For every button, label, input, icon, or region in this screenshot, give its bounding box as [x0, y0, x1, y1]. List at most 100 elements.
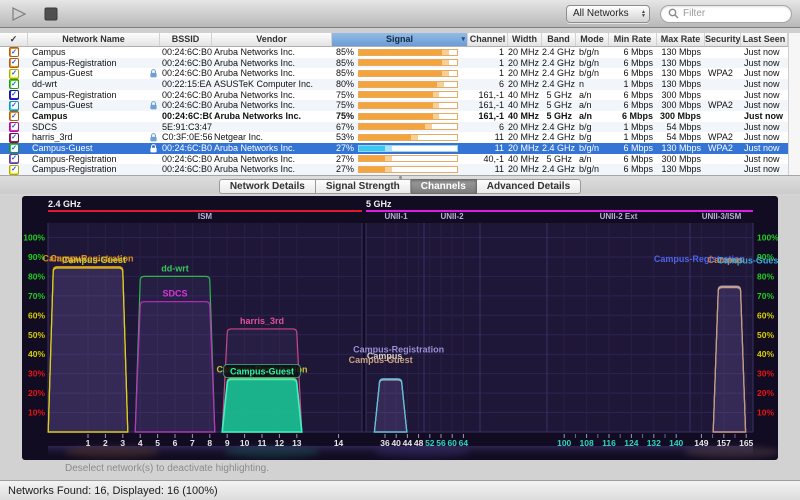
- svg-text:20%: 20%: [757, 388, 774, 398]
- signal-bar: [358, 49, 458, 56]
- checkmark-icon: ✓: [11, 91, 18, 98]
- svg-text:20%: 20%: [28, 388, 45, 398]
- tab-channels[interactable]: Channels: [411, 179, 477, 194]
- svg-text:Campus-Guest: Campus-Guest: [349, 355, 413, 365]
- column-header-network-name[interactable]: Network Name: [28, 33, 160, 46]
- svg-text:100%: 100%: [23, 233, 45, 243]
- svg-text:2.4 GHz: 2.4 GHz: [48, 199, 82, 209]
- network-color-checkbox[interactable]: ✓: [9, 69, 19, 79]
- column-header-bssid[interactable]: BSSID: [160, 33, 212, 46]
- networks-summary: Networks Found: 16, Displayed: 16 (100%): [8, 485, 218, 497]
- signal-bar: [358, 166, 458, 173]
- svg-text:UNII-2 Ext: UNII-2 Ext: [600, 212, 638, 221]
- network-name: Campus-Registration: [32, 164, 117, 174]
- svg-text:30%: 30%: [757, 369, 774, 379]
- column-header-security[interactable]: Security: [705, 33, 741, 46]
- lock-icon: [150, 144, 157, 154]
- svg-text:Campus-Guest: Campus-Guest: [62, 255, 126, 265]
- table-row[interactable]: ✓Campus-Registration00:24:6C:B0…Aruba Ne…: [0, 154, 788, 165]
- signal-bar: [358, 134, 458, 141]
- svg-text:UNII-1: UNII-1: [384, 212, 408, 221]
- network-name: Campus-Registration: [32, 90, 117, 100]
- signal-bar: [358, 81, 458, 88]
- network-color-checkbox[interactable]: ✓: [9, 111, 19, 121]
- tab-signal-strength[interactable]: Signal Strength: [316, 179, 411, 194]
- svg-text:UNII-2: UNII-2: [440, 212, 464, 221]
- column-header-last-seen[interactable]: Last Seen: [741, 33, 788, 46]
- svg-text:30%: 30%: [28, 369, 45, 379]
- network-color-checkbox[interactable]: ✓: [9, 79, 19, 89]
- checkmark-icon: ✓: [11, 59, 18, 66]
- network-name: Campus: [32, 111, 68, 121]
- network-color-checkbox[interactable]: ✓: [9, 133, 19, 143]
- svg-text:SDCS: SDCS: [162, 289, 187, 299]
- svg-text:UNII-3/ISM: UNII-3/ISM: [702, 212, 742, 221]
- chevron-updown-icon: ▲▼: [639, 10, 646, 18]
- checkmark-icon: ✓: [11, 155, 18, 162]
- filter-placeholder: Filter: [683, 8, 705, 19]
- wifi-scanner-window: All Networks ▲▼ Filter ✓Network NameBSSI…: [0, 0, 800, 500]
- signal-percent: 85%: [332, 47, 358, 58]
- tab-network-details[interactable]: Network Details: [219, 179, 316, 194]
- column-header-mode[interactable]: Mode: [576, 33, 609, 46]
- signal-percent: 85%: [332, 68, 358, 79]
- network-color-checkbox[interactable]: ✓: [9, 122, 19, 132]
- svg-text:50%: 50%: [28, 330, 45, 340]
- table-row[interactable]: ✓Campus-Guest00:24:6C:B0…Aruba Networks …: [0, 68, 788, 79]
- signal-percent: 53%: [332, 132, 358, 143]
- network-color-checkbox[interactable]: ✓: [9, 101, 19, 111]
- table-row[interactable]: ✓Campus00:24:6C:B0…Aruba Networks Inc.85…: [0, 47, 788, 58]
- signal-bar: [358, 70, 458, 77]
- signal-bar: [358, 113, 458, 120]
- channels-chart[interactable]: 2.4 GHz 5 GHz ISM UNII-1 UNII-2 UNII-2 Ext UNI…: [22, 196, 778, 460]
- table-row[interactable]: ✓dd-wrt00:22:15:EA…ASUSTeK Computer Inc.…: [0, 79, 788, 90]
- network-name: Campus: [32, 47, 66, 57]
- column-header-vendor[interactable]: Vendor: [212, 33, 332, 46]
- svg-text:70%: 70%: [757, 291, 774, 301]
- channels-panel: 2.4 GHz 5 GHz ISM UNII-1 UNII-2 UNII-2 Ext UNI…: [0, 196, 800, 480]
- signal-percent: 27%: [332, 154, 358, 165]
- table-row[interactable]: ✓Campus-Registration00:24:6C:B0…Aruba Ne…: [0, 90, 788, 101]
- svg-text:ISM: ISM: [198, 212, 213, 221]
- table-row[interactable]: ✓harris_3rdC0:3F:0E:56…Netgear Inc.53%11…: [0, 132, 788, 143]
- network-color-checkbox[interactable]: ✓: [9, 58, 19, 68]
- start-scan-button[interactable]: [8, 5, 30, 23]
- table-body: ✓Campus00:24:6C:B0…Aruba Networks Inc.85…: [0, 47, 788, 175]
- filter-search-field[interactable]: Filter: [660, 5, 792, 23]
- network-color-checkbox[interactable]: ✓: [9, 47, 19, 57]
- svg-text:5 GHz: 5 GHz: [366, 199, 392, 209]
- column-header-width[interactable]: Width: [508, 33, 542, 46]
- signal-bar: [358, 102, 458, 109]
- column-header-min-rate[interactable]: Min Rate: [609, 33, 657, 46]
- network-filter-dropdown[interactable]: All Networks ▲▼: [566, 5, 650, 23]
- table-row[interactable]: ✓Campus-Registration00:24:6C:B0…Aruba Ne…: [0, 58, 788, 69]
- column-header-check[interactable]: ✓: [0, 33, 28, 46]
- column-header-max-rate[interactable]: Max Rate: [657, 33, 705, 46]
- svg-text:harris_3rd: harris_3rd: [240, 316, 284, 326]
- table-row[interactable]: ✓Campus-Guest00:24:6C:B0…Aruba Networks …: [0, 100, 788, 111]
- svg-text:40%: 40%: [757, 349, 774, 359]
- signal-percent: 85%: [332, 58, 358, 69]
- tab-advanced-details[interactable]: Advanced Details: [477, 179, 581, 194]
- checkmark-icon: ✓: [11, 113, 18, 120]
- signal-bar: [358, 123, 458, 130]
- table-row[interactable]: ✓Campus-Guest00:24:6C:B0…Aruba Networks …: [0, 143, 788, 154]
- stop-scan-button[interactable]: [40, 5, 62, 23]
- svg-text:Campus-Guest: Campus-Guest: [230, 366, 294, 376]
- table-row[interactable]: ✓Campus-Registration00:24:6C:B0…Aruba Ne…: [0, 164, 788, 175]
- network-color-checkbox[interactable]: ✓: [9, 154, 19, 164]
- table-scrollbar[interactable]: [788, 33, 800, 175]
- toolbar: All Networks ▲▼ Filter: [0, 0, 800, 28]
- column-header-signal[interactable]: Signal▾: [332, 33, 468, 46]
- svg-text:60%: 60%: [757, 310, 774, 320]
- column-header-band[interactable]: Band: [542, 33, 576, 46]
- network-color-checkbox[interactable]: ✓: [9, 90, 19, 100]
- checkmark-icon: ✓: [11, 166, 18, 173]
- network-color-checkbox[interactable]: ✓: [9, 143, 19, 153]
- column-header-channel[interactable]: Channel: [468, 33, 508, 46]
- table-row[interactable]: ✓Campus00:24:6C:B0…Aruba Networks Inc.75…: [0, 111, 788, 122]
- svg-text:60%: 60%: [28, 310, 45, 320]
- table-row[interactable]: ✓SDCS5E:91:C3:47…67%620 MHz2.4 GHzb/g1 M…: [0, 122, 788, 133]
- signal-percent: 27%: [332, 143, 358, 154]
- network-color-checkbox[interactable]: ✓: [9, 165, 19, 175]
